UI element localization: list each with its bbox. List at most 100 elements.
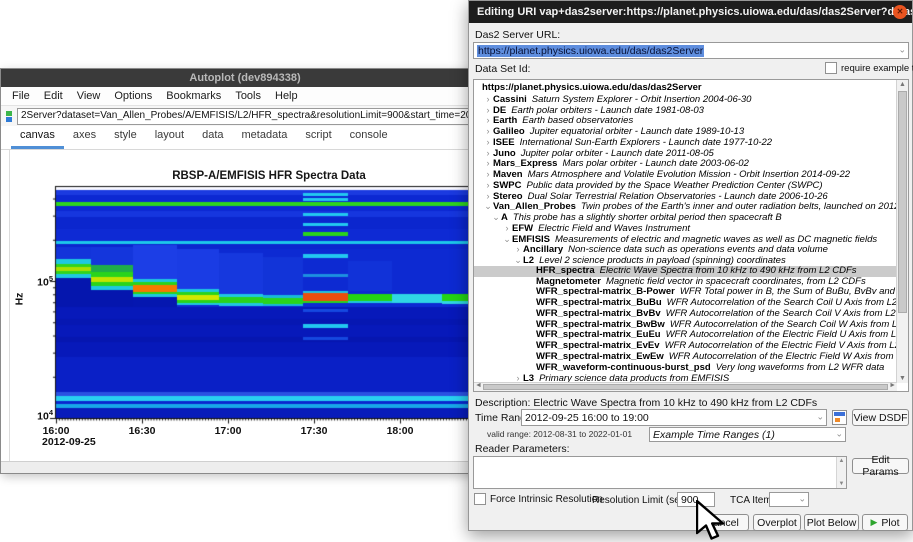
tree-item-description: This probe has a slightly shorter orbita… [513, 212, 782, 223]
chevron-collapsed-icon[interactable]: › [483, 94, 493, 105]
scroll-up-icon[interactable]: ▲ [837, 457, 846, 465]
chevron-collapsed-icon[interactable]: › [502, 223, 512, 234]
tree-item-wfr-spectral-matrix-eueu[interactable]: WFR_spectral-matrix_EuEuWFR Autocorrelat… [474, 330, 908, 341]
tab-data[interactable]: data [193, 125, 232, 149]
uri-input[interactable]: 2Server?dataset=Van_Allen_Probes/A/EMFIS… [17, 108, 489, 125]
tree-item-juno[interactable]: ›JunoJupiter polar orbiter - Launch date… [474, 148, 908, 159]
uri-bar: 2Server?dataset=Van_Allen_Probes/A/EMFIS… [1, 106, 489, 126]
tree-item-isee[interactable]: ›ISEEInternational Sun-Earth Explorers -… [474, 137, 908, 148]
menu-item-file[interactable]: File [5, 87, 37, 106]
close-icon[interactable]: ✕ [893, 5, 907, 19]
x-tick-label: 18:00 [387, 425, 414, 437]
tree-item-name: WFR_spectral-matrix_EwEw [536, 352, 664, 362]
scrollbar-thumb[interactable] [483, 384, 888, 390]
server-url-combobox[interactable]: https://planet.physics.uiowa.edu/das/das… [473, 42, 909, 59]
time-range-combobox[interactable]: 2012-09-25 16:00 to 19:00 ⌄ [521, 409, 827, 426]
tree-item-name: SWPC [493, 180, 522, 191]
tree-item-wfr-spectral-matrix-bwbw[interactable]: WFR_spectral-matrix_BwBwWFR Autocorrelat… [474, 320, 908, 331]
tab-style[interactable]: style [105, 125, 146, 149]
tree-item-wfr-spectral-matrix-bubu[interactable]: WFR_spectral-matrix_BuBuWFR Autocorrelat… [474, 298, 908, 309]
tree-item-earth[interactable]: ›EarthEarth based observatories [474, 115, 908, 126]
require-example-time-checkbox[interactable]: require example time [825, 62, 913, 74]
scrollbar-thumb[interactable] [898, 91, 907, 313]
chevron-down-icon[interactable]: ⌄ [798, 494, 806, 503]
chevron-down-icon[interactable]: ⌄ [816, 412, 824, 421]
tab-metadata[interactable]: metadata [233, 125, 297, 149]
chevron-expanded-icon[interactable]: ⌄ [502, 234, 512, 245]
reader-parameters-textarea[interactable]: ▲ ▼ [473, 456, 847, 489]
chevron-collapsed-icon[interactable]: › [483, 115, 493, 126]
vertical-scrollbar[interactable]: ▲▼ [896, 80, 908, 383]
tab-script[interactable]: script [296, 125, 340, 149]
tree-item-wfr-waveform-continuous-burst-psd[interactable]: WFR_waveform-continuous-burst_psdVery lo… [474, 363, 908, 374]
chevron-down-icon[interactable]: ⌄ [898, 45, 906, 54]
example-time-ranges-combobox[interactable]: Example Time Ranges (1) ⌄ [649, 427, 846, 442]
tree-item-van-allen-probes[interactable]: ⌄Van_Allen_ProbesTwin probes of the Eart… [474, 201, 908, 212]
horizontal-scrollbar[interactable]: ◄► [474, 382, 897, 391]
tree-item-a[interactable]: ⌄AThis probe has a slightly shorter orbi… [474, 212, 908, 223]
scroll-left-icon[interactable]: ◄ [475, 382, 482, 390]
tree-item-emfisis[interactable]: ⌄EMFISISMeasurements of electric and mag… [474, 234, 908, 245]
spectrogram-canvas[interactable] [22, 179, 482, 449]
tree-item-wfr-spectral-matrix-bvbv[interactable]: WFR_spectral-matrix_BvBvWFR Autocorrelat… [474, 309, 908, 320]
menu-item-help[interactable]: Help [268, 87, 305, 106]
chevron-expanded-icon[interactable]: ⌄ [491, 212, 501, 223]
plot-button-label: Plot [881, 517, 899, 529]
autoplot-titlebar[interactable]: Autoplot (dev894338) [1, 69, 489, 87]
tree-item-cassini[interactable]: ›CassiniSaturn System Explorer - Orbit I… [474, 94, 908, 105]
dialog-titlebar[interactable]: Editing URI vap+das2server:https://plane… [469, 1, 912, 23]
view-dsdf-button[interactable]: View DSDF [852, 409, 909, 426]
edit-params-button[interactable]: Edit Params [852, 458, 909, 474]
tree-item-swpc[interactable]: ›SWPCPublic data provided by the Space W… [474, 180, 908, 191]
tree-item-https-planet-physics-uiowa-edu-das-das2server[interactable]: https://planet.physics.uiowa.edu/das/das… [474, 83, 908, 94]
tree-item-de[interactable]: ›DEEarth polar orbiters - Launch date 19… [474, 105, 908, 116]
chevron-collapsed-icon[interactable]: › [483, 169, 493, 180]
tab-console[interactable]: console [341, 125, 397, 149]
tab-axes[interactable]: axes [64, 125, 105, 149]
tree-item-maven[interactable]: ›MavenMars Atmosphere and Volatile Evolu… [474, 169, 908, 180]
chevron-down-icon[interactable]: ⌄ [835, 429, 843, 438]
chevron-collapsed-icon[interactable]: › [483, 137, 493, 148]
scroll-up-icon[interactable]: ▲ [897, 80, 908, 89]
chevron-collapsed-icon[interactable]: › [483, 148, 493, 159]
tree-item-wfr-spectral-matrix-b-power[interactable]: WFR_spectral-matrix_B-PowerWFR Total pow… [474, 287, 908, 298]
overplot-button[interactable]: Overplot [753, 514, 801, 531]
tab-bar: canvasaxesstylelayoutdatametadatascriptc… [1, 126, 489, 150]
tab-canvas[interactable]: canvas [11, 125, 64, 149]
chevron-collapsed-icon[interactable]: › [513, 244, 523, 255]
tca-item-combobox[interactable]: ⌄ [769, 492, 809, 507]
scroll-down-icon[interactable]: ▼ [897, 374, 908, 383]
tree-item-mars-express[interactable]: ›Mars_ExpressMars polar orbiter - Launch… [474, 158, 908, 169]
chevron-collapsed-icon[interactable]: › [483, 105, 493, 116]
chevron-collapsed-icon[interactable]: › [483, 180, 493, 191]
chevron-expanded-icon[interactable]: ⌄ [483, 201, 493, 212]
tree-item-ancillary[interactable]: ›AncillaryNon-science data such as opera… [474, 244, 908, 255]
menu-item-tools[interactable]: Tools [228, 87, 268, 106]
calendar-button[interactable] [832, 410, 847, 425]
tree-item-description: Electric Field and Waves Instrument [538, 223, 690, 234]
chevron-collapsed-icon[interactable]: › [483, 126, 493, 137]
chevron-expanded-icon[interactable]: ⌄ [513, 255, 523, 266]
chevron-collapsed-icon[interactable]: › [483, 191, 493, 202]
plot-button[interactable]: ▶ Plot [862, 514, 908, 531]
menu-item-edit[interactable]: Edit [37, 87, 70, 106]
menu-item-view[interactable]: View [70, 87, 108, 106]
menu-item-options[interactable]: Options [107, 87, 159, 106]
chevron-collapsed-icon[interactable]: › [483, 158, 493, 169]
scroll-right-icon[interactable]: ► [889, 382, 896, 390]
plot-below-button[interactable]: Plot Below [804, 514, 859, 531]
tab-layout[interactable]: layout [146, 125, 193, 149]
tree-item-hfr-spectra[interactable]: HFR_spectraElectric Wave Spectra from 10… [474, 266, 908, 277]
tree-item-wfr-spectral-matrix-ewew[interactable]: WFR_spectral-matrix_EwEwWFR Autocorrelat… [474, 352, 908, 363]
force-intrinsic-resolution-checkbox[interactable]: Force Intrinsic Resolution [474, 493, 603, 505]
textarea-scrollbar[interactable]: ▲ ▼ [836, 457, 846, 488]
tree-item-l2[interactable]: ⌄L2Level 2 science products in payload (… [474, 255, 908, 266]
scroll-down-icon[interactable]: ▼ [837, 480, 846, 488]
tree-item-galileo[interactable]: ›GalileoJupiter equatorial orbiter - Lau… [474, 126, 908, 137]
checkbox-box [474, 493, 486, 505]
tree-item-efw[interactable]: ›EFWElectric Field and Waves Instrument [474, 223, 908, 234]
menu-item-bookmarks[interactable]: Bookmarks [159, 87, 228, 106]
tree-item-wfr-spectral-matrix-evev[interactable]: WFR_spectral-matrix_EvEvWFR Autocorrelat… [474, 341, 908, 352]
tree-item-magnetometer[interactable]: MagnetometerMagnetic field vector in spa… [474, 277, 908, 288]
tree-item-stereo[interactable]: ›StereoDual Solar Terrestrial Relation O… [474, 191, 908, 202]
